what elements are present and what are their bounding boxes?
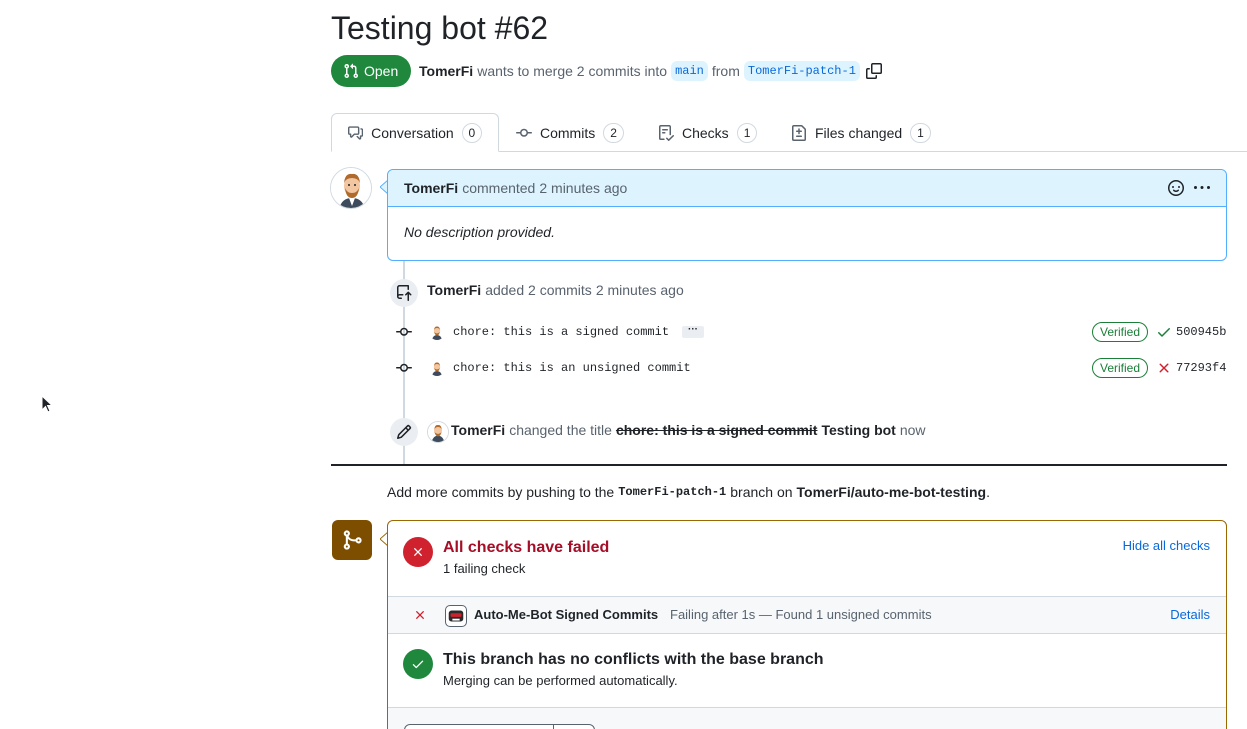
check-description: Failing after 1s — Found 1 unsigned comm… — [670, 607, 932, 622]
tab-commits[interactable]: Commits 2 — [500, 113, 640, 152]
rename-event-badge — [390, 418, 418, 446]
copy-icon[interactable] — [865, 63, 882, 79]
page-title: Testing bot #62 — [331, 10, 549, 46]
x-icon — [416, 611, 424, 619]
git-pull-request-icon — [344, 63, 359, 79]
tab-label: Conversation — [371, 124, 454, 141]
comment-action: commented — [462, 180, 536, 196]
repo-push-icon — [397, 285, 412, 301]
x-icon[interactable] — [1156, 360, 1172, 376]
base-branch[interactable]: main — [671, 61, 708, 81]
x-icon — [414, 548, 422, 556]
merge-actions-strip — [388, 707, 1226, 729]
tab-counter: 2 — [603, 122, 624, 143]
push-note: Add more commits by pushing to the Tomer… — [387, 484, 990, 500]
check-icon[interactable] — [1156, 324, 1172, 340]
pr-state-label: Open — [364, 63, 399, 79]
git-commit-icon — [396, 327, 412, 336]
smiley-icon[interactable] — [1168, 180, 1184, 196]
merge-box: All checks have failed 1 failing check H… — [387, 520, 1227, 729]
commit-author-avatar[interactable] — [429, 324, 445, 340]
git-commit-icon — [516, 128, 532, 137]
verified-badge[interactable]: Verified — [1092, 358, 1149, 378]
pr-author-link[interactable]: TomerFi — [419, 63, 473, 79]
push-event-badge — [390, 279, 418, 307]
robot-icon — [448, 610, 464, 622]
comment-time[interactable]: 2 minutes ago — [539, 180, 627, 196]
pr-meta-text: wants to merge 2 commits into — [477, 63, 668, 79]
no-conflicts-status — [403, 649, 433, 679]
author-avatar[interactable] — [330, 167, 372, 209]
commit-message[interactable]: chore: this is an unsigned commit — [453, 361, 691, 375]
head-branch[interactable]: TomerFi-patch-1 — [743, 61, 860, 81]
commit-author-avatar[interactable] — [429, 360, 445, 376]
pr-meta: TomerFi wants to merge 2 commits into ma… — [419, 60, 882, 82]
commit-sha[interactable]: 77293f4 — [1176, 361, 1226, 375]
push-author[interactable]: TomerFi — [427, 282, 481, 298]
pencil-icon — [396, 424, 412, 440]
conflicts-title: This branch has no conflicts with the ba… — [443, 651, 824, 668]
push-note-text: Add more commits by pushing to the — [387, 484, 615, 500]
tab-label: Commits — [540, 124, 596, 141]
tab-files-changed[interactable]: Files changed 1 — [775, 113, 947, 152]
git-merge-icon — [343, 530, 362, 550]
avatar-illustration — [331, 168, 371, 208]
checks-failed-status — [403, 537, 433, 567]
merge-status-icon — [332, 520, 372, 560]
push-time[interactable]: 2 minutes ago — [596, 282, 684, 298]
merge-pull-request-button[interactable] — [404, 724, 554, 729]
tab-counter: 1 — [736, 122, 758, 143]
file-diff-icon — [792, 124, 806, 141]
checks-title: All checks have failed — [443, 539, 610, 556]
tab-counter: 0 — [461, 122, 482, 143]
repo-link[interactable]: TomerFi/auto-me-bot-testing — [797, 484, 987, 500]
rename-author-avatar[interactable] — [427, 421, 449, 443]
old-title: chore: this is a signed commit — [615, 422, 818, 438]
conflicts-subtitle: Merging can be performed automatically. — [443, 673, 678, 688]
commit-message[interactable]: chore: this is a signed commit — [453, 325, 669, 339]
checklist-icon — [659, 124, 674, 141]
pr-meta-from: from — [711, 63, 740, 79]
merge-method-dropdown[interactable] — [553, 724, 595, 729]
rename-action: changed the title — [509, 422, 612, 438]
comment-author[interactable]: TomerFi — [404, 180, 458, 196]
mouse-cursor-icon — [41, 395, 54, 413]
push-note-period: . — [986, 484, 990, 500]
check-name: Auto-Me-Bot Signed Commits — [474, 607, 659, 622]
tab-counter: 1 — [910, 122, 931, 143]
check-details-link[interactable]: Details — [1170, 607, 1210, 622]
bot-avatar — [445, 605, 467, 627]
push-note-text: branch on — [730, 484, 793, 500]
kebab-horizontal-icon[interactable] — [1194, 180, 1210, 196]
verified-badge[interactable]: Verified — [1092, 322, 1149, 342]
comment-header: TomerFi commented 2 minutes ago — [388, 170, 1226, 207]
tab-conversation[interactable]: Conversation 0 — [331, 113, 499, 152]
push-action: added 2 commits — [485, 282, 592, 298]
comment-box: TomerFi commented 2 minutes ago No descr… — [387, 169, 1227, 261]
new-title: Testing bot — [821, 422, 896, 438]
tab-checks[interactable]: Checks 1 — [642, 113, 773, 152]
commit-sha[interactable]: 500945b — [1176, 325, 1226, 339]
git-commit-icon — [396, 363, 412, 372]
expand-commit-button[interactable]: ··· — [682, 325, 704, 338]
pr-state-badge: Open — [331, 55, 412, 87]
push-note-branch: TomerFi-patch-1 — [618, 485, 727, 499]
tab-label: Files changed — [815, 124, 903, 141]
tab-label: Checks — [682, 124, 729, 141]
comment-discussion-icon — [348, 125, 364, 140]
hide-all-checks-link[interactable]: Hide all checks — [1123, 538, 1210, 553]
rename-author[interactable]: TomerFi — [451, 422, 505, 438]
check-icon — [412, 660, 424, 669]
check-row: Auto-Me-Bot Signed Commits Failing after… — [388, 596, 1226, 634]
comment-body: No description provided. — [404, 224, 555, 240]
push-event-text: TomerFi added 2 commits 2 minutes ago — [427, 282, 684, 298]
rename-time[interactable]: now — [900, 422, 926, 438]
checks-subtitle: 1 failing check — [443, 561, 526, 576]
rename-event-text: TomerFi changed the title chore: this is… — [451, 422, 926, 438]
timeline-end-divider — [331, 464, 1227, 466]
